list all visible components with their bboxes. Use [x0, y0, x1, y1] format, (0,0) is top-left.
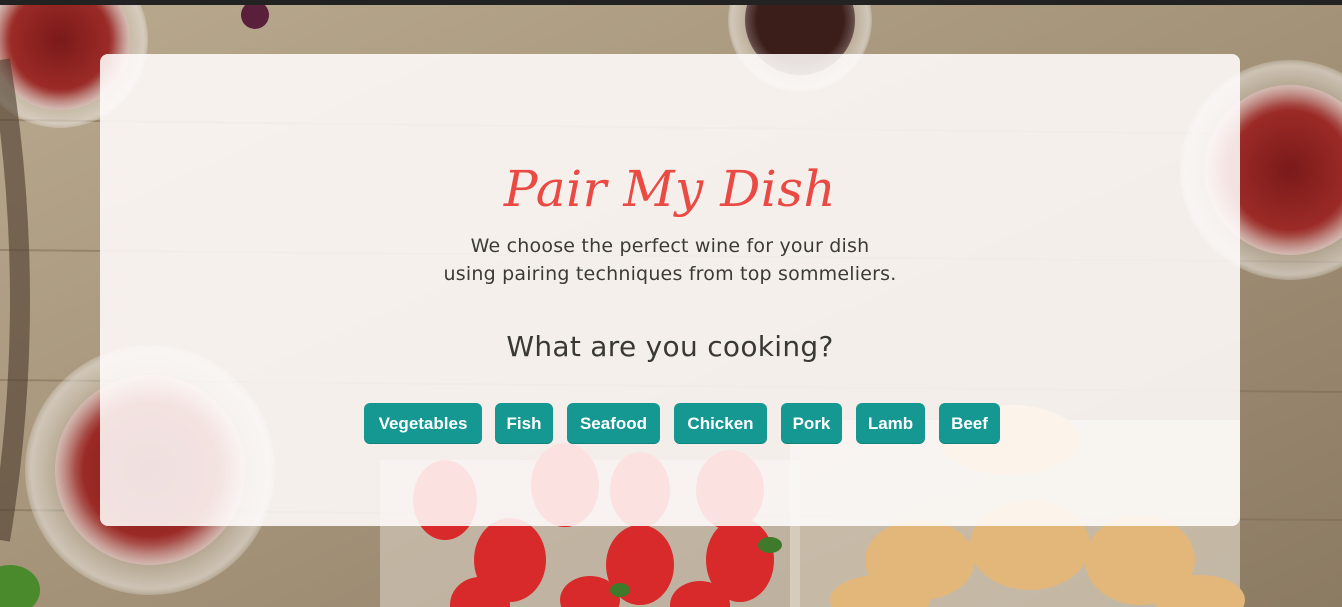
seafood-button[interactable]: Seafood: [567, 403, 660, 444]
lamb-button[interactable]: Lamb: [856, 403, 925, 444]
chicken-button[interactable]: Chicken: [674, 403, 767, 444]
vegetables-button[interactable]: Vegetables: [364, 403, 482, 444]
pork-button[interactable]: Pork: [781, 403, 842, 444]
dish-button-row: Vegetables Fish Seafood Chicken Pork Lam…: [0, 0, 1342, 607]
beef-button[interactable]: Beef: [939, 403, 1000, 444]
page: Pair My Dish We choose the perfect wine …: [0, 0, 1342, 607]
fish-button[interactable]: Fish: [495, 403, 553, 444]
